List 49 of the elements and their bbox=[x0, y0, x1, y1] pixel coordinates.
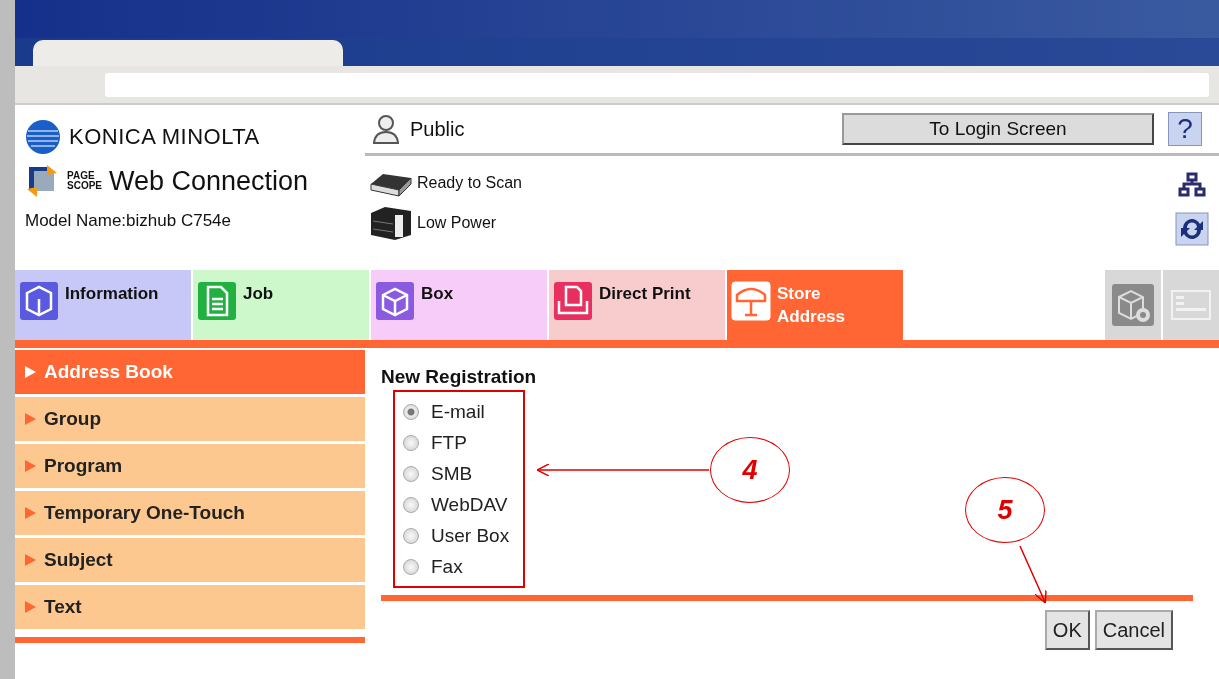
settings-tab[interactable] bbox=[1103, 270, 1161, 340]
radio-option[interactable]: SMB bbox=[403, 458, 510, 489]
panel-icon bbox=[1171, 290, 1211, 320]
sidebar-item[interactable]: Program bbox=[15, 444, 365, 488]
radio-option[interactable]: E-mail bbox=[403, 396, 510, 427]
triangle-icon bbox=[25, 413, 36, 425]
ok-button[interactable]: OK bbox=[1044, 610, 1090, 650]
brand-name: KONICA MINOLTA bbox=[69, 124, 260, 150]
radio-option[interactable]: User Box bbox=[403, 520, 510, 551]
triangle-icon bbox=[25, 366, 36, 378]
printer-tray-icon bbox=[553, 281, 593, 321]
box-gear-icon bbox=[1111, 283, 1155, 327]
refresh-icon[interactable] bbox=[1175, 212, 1209, 246]
sidebar-item[interactable]: Group bbox=[15, 397, 365, 441]
product-logo-text: PAGE SCOPE bbox=[67, 171, 101, 191]
status-text: Low Power bbox=[417, 214, 497, 232]
product-name: Web Connection bbox=[109, 165, 309, 197]
form-title: New Registration bbox=[381, 366, 538, 388]
pagescope-logo-icon bbox=[25, 163, 59, 199]
triangle-icon bbox=[25, 507, 36, 519]
nav-tab[interactable]: Job bbox=[193, 270, 371, 340]
status-text: Ready to Scan bbox=[417, 174, 522, 192]
triangle-icon bbox=[25, 554, 36, 566]
box-icon bbox=[375, 281, 415, 321]
globe-logo-icon bbox=[25, 119, 61, 155]
login-button[interactable]: To Login Screen bbox=[842, 113, 1154, 145]
sidebar-item[interactable]: Temporary One-Touch bbox=[15, 491, 365, 535]
triangle-icon bbox=[25, 601, 36, 613]
nav-tab[interactable]: Direct Print bbox=[549, 270, 727, 340]
document-icon bbox=[197, 281, 237, 321]
cancel-button[interactable]: Cancel bbox=[1094, 610, 1173, 650]
radio-option[interactable]: Fax bbox=[403, 551, 510, 582]
radio-option[interactable]: FTP bbox=[403, 427, 510, 458]
user-name: Public bbox=[410, 117, 465, 141]
nav-tab[interactable]: Information bbox=[15, 270, 193, 340]
step-callout: 4 bbox=[710, 437, 790, 503]
triangle-icon bbox=[25, 460, 36, 472]
address-field[interactable] bbox=[105, 72, 1209, 97]
help-button[interactable]: ? bbox=[1168, 112, 1202, 146]
nav-tab[interactable]: Box bbox=[371, 270, 549, 340]
network-icon[interactable] bbox=[1178, 172, 1206, 198]
model-name: Model Name:bizhub C754e bbox=[25, 211, 232, 231]
radio-option[interactable]: WebDAV bbox=[403, 489, 510, 520]
sidebar-item[interactable]: Text bbox=[15, 585, 365, 629]
pointer-arrow bbox=[1019, 545, 1047, 604]
sidebar-item[interactable]: Subject bbox=[15, 538, 365, 582]
printer-icon bbox=[369, 205, 413, 241]
user-icon bbox=[372, 114, 400, 144]
step-callout: 5 bbox=[965, 477, 1045, 543]
